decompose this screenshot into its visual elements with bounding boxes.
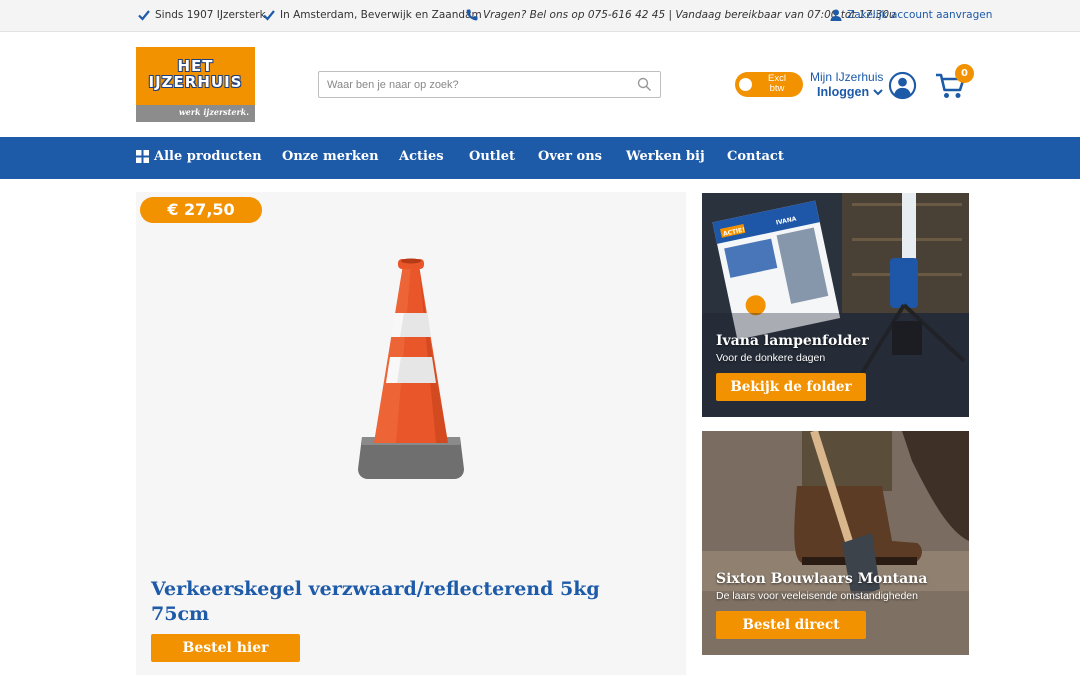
product-title[interactable]: Verkeerskegel verzwaard/reflecterend 5kg… — [151, 577, 651, 627]
nav-all-products[interactable]: Alle producten — [136, 149, 262, 164]
checkmark-icon — [263, 10, 275, 21]
logo-tagline: werk ijzersterk. — [178, 107, 249, 117]
site-logo[interactable]: HET IJZERHUIS werk ijzersterk. — [136, 47, 255, 122]
nav-jobs[interactable]: Werken bij — [626, 149, 705, 164]
checkmark-icon — [138, 10, 150, 21]
vat-toggle[interactable]: Excl btw — [735, 72, 803, 97]
vat-toggle-line-2: btw — [769, 83, 785, 94]
nav-about[interactable]: Over ons — [538, 149, 602, 164]
usp-locations: In Amsterdam, Beverwijk en Zaandam — [262, 8, 482, 22]
business-account-link[interactable]: Zakelijk account aanvragen — [829, 8, 992, 22]
account-menu[interactable]: Mijn IJzerhuis Inloggen — [810, 70, 920, 104]
promo-subtitle: De laars voor veeleisende omstandigheden — [716, 590, 918, 602]
account-user-icon[interactable] — [888, 71, 917, 100]
account-title: Mijn IJzerhuis — [810, 70, 884, 84]
search-box — [318, 71, 661, 98]
nav-contact[interactable]: Contact — [727, 149, 784, 164]
usp-since-1907: Sinds 1907 IJzersterk — [137, 8, 266, 22]
shopping-cart[interactable]: 0 — [935, 64, 975, 100]
logo-line-2: IJZERHUIS — [148, 73, 243, 91]
phone-icon — [466, 9, 478, 21]
view-folder-button[interactable]: Bekijk de folder — [716, 373, 866, 401]
order-here-button[interactable]: Bestel hier — [151, 634, 300, 662]
promo-lamp-folder[interactable]: ACTIE! IVANA Ivana lampenfolder Voor de … — [702, 193, 969, 417]
site-header: HET IJZERHUIS werk ijzersterk. Excl btw … — [0, 32, 1080, 137]
cart-count-badge: 0 — [955, 64, 974, 83]
search-input[interactable] — [319, 72, 629, 97]
nav-outlet[interactable]: Outlet — [469, 149, 515, 164]
login-link[interactable]: Inloggen — [817, 85, 884, 99]
search-icon[interactable] — [637, 77, 652, 92]
traffic-cone-image — [358, 258, 464, 479]
order-now-button[interactable]: Bestel direct — [716, 611, 866, 639]
grid-icon — [136, 150, 149, 163]
nav-brands[interactable]: Onze merken — [282, 149, 379, 164]
main-navigation: Alle producten Onze merken Acties Outlet… — [0, 137, 1080, 179]
promo-title: Ivana lampenfolder — [716, 333, 869, 349]
usp-bar: Sinds 1907 IJzersterk In Amsterdam, Beve… — [0, 0, 1080, 32]
price-badge: € 27,50 — [140, 197, 262, 223]
nav-promotions[interactable]: Acties — [399, 149, 444, 164]
promo-work-boots[interactable]: Sixton Bouwlaars Montana De laars voor v… — [702, 431, 969, 655]
promo-subtitle: Voor de donkere dagen — [716, 352, 826, 364]
user-icon — [830, 9, 842, 21]
chevron-down-icon — [873, 89, 883, 96]
featured-product[interactable]: € 27,50 Verkeerskegel verzwaard/reflecte… — [136, 192, 686, 675]
toggle-knob — [739, 78, 752, 91]
promo-title: Sixton Bouwlaars Montana — [716, 571, 928, 587]
